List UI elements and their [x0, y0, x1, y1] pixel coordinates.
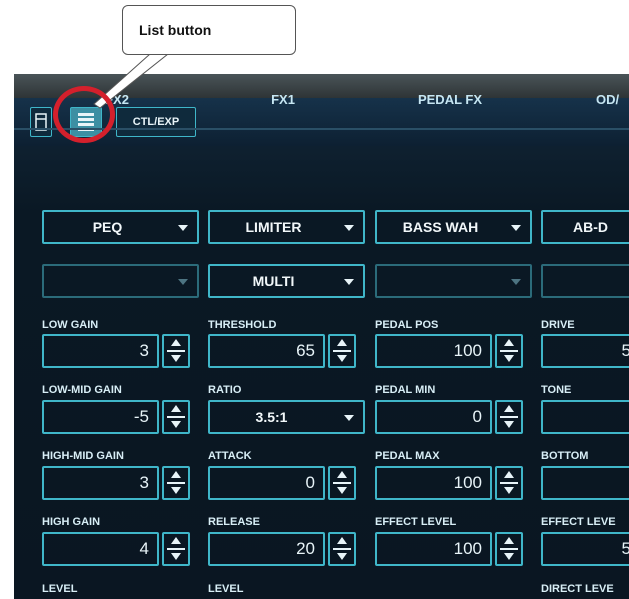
- callout-box: List button: [122, 5, 296, 55]
- down-arrow-icon: [337, 355, 347, 362]
- down-arrow-icon: [504, 553, 514, 560]
- column-header-fx1: FX1: [271, 92, 295, 107]
- param-value-field[interactable]: 65: [208, 334, 325, 368]
- stepper-up-down[interactable]: [328, 466, 356, 500]
- param-value-field[interactable]: 100: [375, 466, 492, 500]
- param-value-field[interactable]: -5: [42, 400, 159, 434]
- stepper-up-down[interactable]: [162, 466, 190, 500]
- down-arrow-icon: [504, 421, 514, 428]
- down-arrow-icon: [171, 355, 181, 362]
- param-label: LOW-MID GAIN: [42, 384, 122, 396]
- param-label: HIGH GAIN: [42, 516, 101, 528]
- fx1-type-value: LIMITER: [245, 219, 302, 235]
- param-label: EFFECT LEVE: [541, 516, 616, 528]
- param-label: RATIO: [208, 384, 242, 396]
- dropdown-arrow-icon: [344, 415, 354, 421]
- stepper-up-down[interactable]: [162, 400, 190, 434]
- param-label: PEDAL MAX: [375, 450, 440, 462]
- down-arrow-icon: [171, 553, 181, 560]
- dropdown-arrow-icon: [344, 225, 354, 231]
- stepper-up-down[interactable]: [328, 532, 356, 566]
- stepper-up-down[interactable]: [495, 400, 523, 434]
- param-label: HIGH-MID GAIN: [42, 450, 124, 462]
- up-arrow-icon: [504, 405, 514, 412]
- param-label: TONE: [541, 384, 572, 396]
- param-value-field[interactable]: 5: [541, 334, 629, 368]
- param-value-field[interactable]: 3: [42, 334, 159, 368]
- dropdown-arrow-icon: [178, 279, 188, 285]
- column-header-od: OD/: [596, 92, 620, 107]
- dropdown-arrow-icon: [511, 279, 521, 285]
- fx2-subtype-select[interactable]: [42, 264, 199, 298]
- pedal-fx-type-select[interactable]: BASS WAH: [375, 210, 532, 244]
- down-arrow-icon: [337, 487, 347, 494]
- od-subtype-select[interactable]: [541, 264, 629, 298]
- down-arrow-icon: [504, 487, 514, 494]
- up-arrow-icon: [337, 339, 347, 346]
- up-arrow-icon: [171, 471, 181, 478]
- ratio-value: 3.5:1: [255, 409, 288, 425]
- down-arrow-icon: [504, 355, 514, 362]
- fx1-subtype-select[interactable]: MULTI: [208, 264, 365, 298]
- callout-label: List button: [139, 22, 212, 38]
- param-label: RELEASE: [208, 516, 260, 528]
- dropdown-arrow-icon: [344, 279, 354, 285]
- param-label: DIRECT LEVE: [541, 583, 614, 595]
- ctl-exp-button[interactable]: CTL/EXP: [116, 107, 196, 137]
- pedal-fx-type-value: BASS WAH: [402, 219, 479, 235]
- ratio-select[interactable]: 3.5:1: [208, 400, 365, 434]
- up-arrow-icon: [171, 537, 181, 544]
- fx1-subtype-value: MULTI: [252, 273, 295, 289]
- fx2-type-value: PEQ: [92, 219, 123, 235]
- param-value-field[interactable]: 3: [42, 466, 159, 500]
- column-header-pedal-fx: PEDAL FX: [417, 92, 483, 107]
- param-label: ATTACK: [208, 450, 252, 462]
- param-label: PEDAL MIN: [375, 384, 436, 396]
- up-arrow-icon: [504, 471, 514, 478]
- stepper-up-down[interactable]: [162, 334, 190, 368]
- param-label: EFFECT LEVEL: [375, 516, 457, 528]
- od-type-select[interactable]: AB-D: [541, 210, 629, 244]
- stepper-up-down[interactable]: [495, 532, 523, 566]
- up-arrow-icon: [337, 471, 347, 478]
- param-label: THRESHOLD: [208, 319, 277, 331]
- stepper-up-down[interactable]: [328, 334, 356, 368]
- dropdown-arrow-icon: [511, 225, 521, 231]
- param-label: LOW GAIN: [42, 319, 99, 331]
- param-value-field[interactable]: 100: [375, 532, 492, 566]
- panel-icon: [35, 113, 47, 131]
- dropdown-arrow-icon: [178, 225, 188, 231]
- fx1-type-select[interactable]: LIMITER: [208, 210, 365, 244]
- pedal-fx-subtype-select[interactable]: [375, 264, 532, 298]
- stepper-up-down[interactable]: [162, 532, 190, 566]
- param-value-field[interactable]: [541, 466, 629, 500]
- param-label: BOTTOM: [541, 450, 589, 462]
- param-value-field[interactable]: [541, 400, 629, 434]
- up-arrow-icon: [337, 537, 347, 544]
- stepper-up-down[interactable]: [495, 334, 523, 368]
- up-arrow-icon: [171, 405, 181, 412]
- fx2-type-select[interactable]: PEQ: [42, 210, 199, 244]
- up-arrow-icon: [171, 339, 181, 346]
- stepper-up-down[interactable]: [495, 466, 523, 500]
- down-arrow-icon: [171, 487, 181, 494]
- param-value-field[interactable]: 20: [208, 532, 325, 566]
- param-label: LEVEL: [42, 583, 78, 595]
- param-label: LEVEL: [208, 583, 244, 595]
- param-value-field[interactable]: 0: [375, 400, 492, 434]
- param-value-field[interactable]: 5: [541, 532, 629, 566]
- param-label: PEDAL POS: [375, 319, 439, 331]
- up-arrow-icon: [504, 339, 514, 346]
- od-type-value: AB-D: [573, 219, 608, 235]
- panel-view-button[interactable]: [30, 107, 52, 137]
- up-arrow-icon: [504, 537, 514, 544]
- param-value-field[interactable]: 4: [42, 532, 159, 566]
- param-value-field[interactable]: 100: [375, 334, 492, 368]
- param-label: DRIVE: [541, 319, 575, 331]
- down-arrow-icon: [337, 553, 347, 560]
- highlight-ring: [53, 86, 115, 143]
- down-arrow-icon: [171, 421, 181, 428]
- param-value-field[interactable]: 0: [208, 466, 325, 500]
